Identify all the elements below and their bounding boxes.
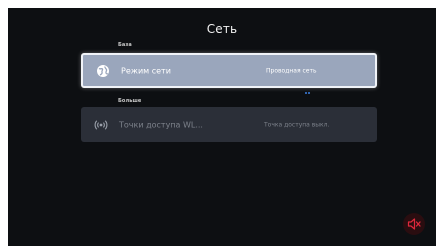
- hotspot-icon: [94, 119, 108, 130]
- page-title: Сеть: [206, 22, 238, 36]
- tv-screen: Сеть База Режим сети Проводная сеть Боль…: [8, 8, 436, 246]
- network-mode-row[interactable]: Режим сети Проводная сеть: [81, 53, 377, 94]
- hotspot-value: Точка доступа выкл.: [264, 121, 330, 128]
- section-label-more: Больше: [118, 98, 142, 104]
- network-mode-value: Проводная сеть: [266, 67, 317, 74]
- hotspot-label: Точки доступа WL...: [119, 120, 203, 129]
- value-page-dots: [305, 79, 313, 94]
- globe-icon: [97, 64, 109, 77]
- hotspot-row[interactable]: Точки доступа WL... Точка доступа выкл.: [81, 107, 377, 142]
- mute-button[interactable]: [403, 213, 425, 235]
- section-label-basic: База: [118, 42, 132, 48]
- network-mode-label: Режим сети: [121, 66, 171, 75]
- speaker-muted-icon: [407, 218, 421, 230]
